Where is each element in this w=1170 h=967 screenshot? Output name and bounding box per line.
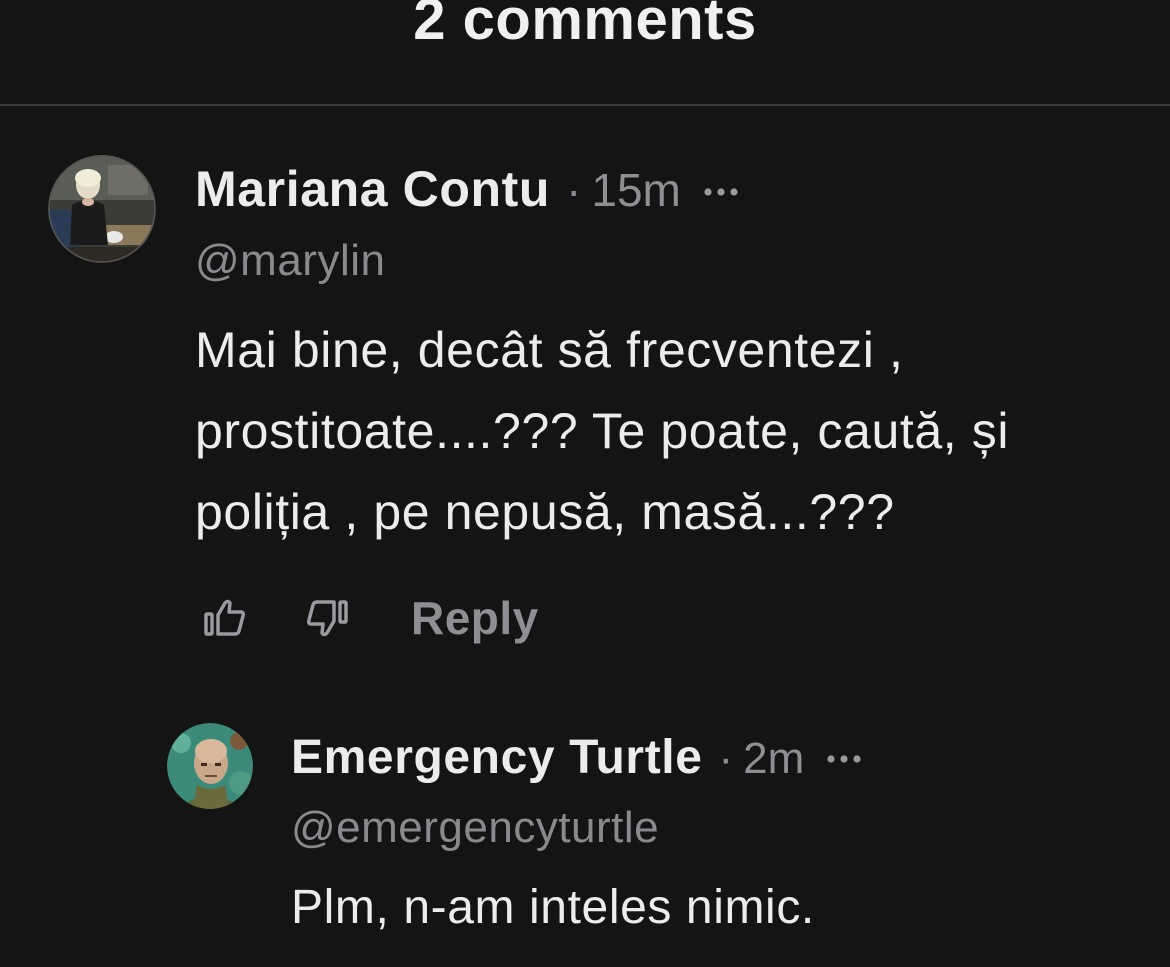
author-handle[interactable]: @emergencyturtle [291, 803, 659, 853]
separator-dot: · [566, 164, 582, 216]
comment-text: Mai bine, decât să frecventezi , prostit… [195, 322, 1010, 540]
comment-author-row: Mariana Contu · 15m [195, 160, 739, 218]
comments-header: 2 comments [0, 0, 1170, 106]
author-name[interactable]: Emergency Turtle [291, 730, 703, 785]
more-options-icon[interactable] [703, 188, 739, 206]
comment-author-row: Emergency Turtle · 2m [291, 730, 862, 785]
more-options-icon[interactable] [826, 755, 862, 773]
comment-time: 2m [743, 734, 805, 783]
comments-count-title: 2 comments [413, 0, 757, 52]
author-handle[interactable]: @marylin [195, 236, 385, 286]
separator-dot: · [718, 734, 734, 783]
avatar[interactable] [167, 723, 253, 809]
thumbs-down-icon[interactable] [305, 598, 349, 638]
thumbs-up-icon[interactable] [203, 598, 247, 638]
avatar[interactable] [48, 155, 156, 263]
comment-time: 15m [591, 164, 681, 216]
reply-button[interactable]: Reply [411, 591, 539, 645]
comment-text: Plm, n-am inteles nimic. [291, 881, 815, 934]
comment-actions: Reply [203, 591, 539, 645]
author-name[interactable]: Mariana Contu [195, 160, 550, 218]
